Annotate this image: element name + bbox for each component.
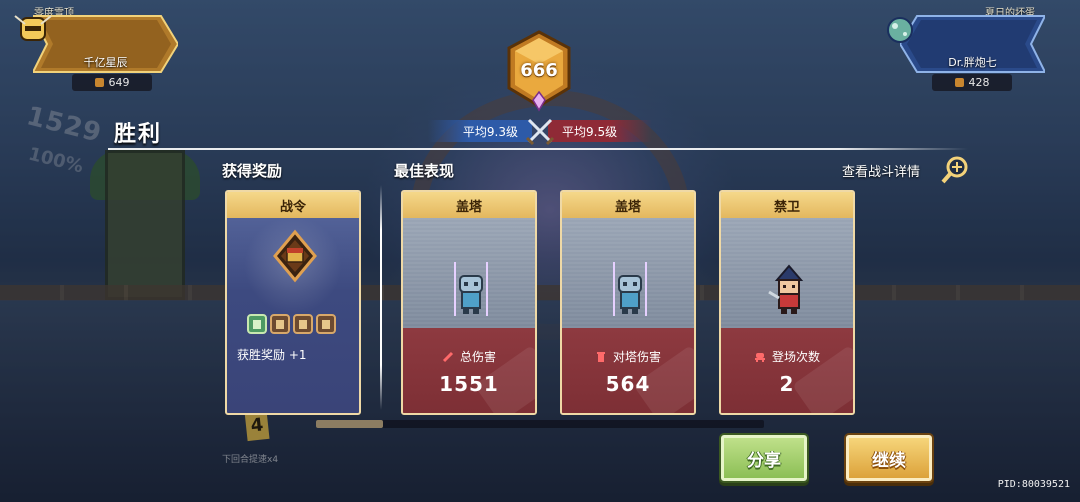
title-underline [108, 148, 968, 150]
right-team-player: Dr.胖炮七 [948, 56, 997, 69]
right-team-banner: Dr.胖炮七 [887, 14, 1045, 74]
crossed-swords-icon [525, 118, 555, 146]
perf-card-tower-damage[interactable]: 盖塔 对塔伤害 564 [560, 190, 696, 415]
cards-scroll-progress [316, 420, 764, 428]
best-performance-title: 最佳表现 [394, 162, 455, 180]
hero-gaita-icon [613, 262, 647, 316]
sword-icon [442, 351, 454, 362]
hero-gaita-icon [454, 262, 488, 316]
right-team-score-value: 428 [968, 76, 990, 89]
perf-card-stat-label: 对塔伤害 [612, 350, 661, 364]
continue-button[interactable]: 继续 [846, 435, 932, 481]
planet-emblem-icon [887, 17, 913, 43]
reward-slot-empty [270, 314, 290, 334]
trophy-bag-icon [954, 78, 964, 87]
perf-card-stat-label: 登场次数 [771, 350, 820, 364]
left-average-level-text: 平均9.3级 [462, 125, 518, 139]
knight-helmet-icon [14, 15, 52, 41]
perf-card-stat-label: 总伤害 [459, 350, 496, 364]
hero-guard-icon [768, 264, 804, 314]
perf-card-stat: 总伤害 [403, 348, 535, 365]
result-title: 胜利 [114, 122, 163, 147]
center-score: 666 [520, 60, 558, 81]
perf-card-stat-panel [403, 328, 535, 413]
left-team-score-value: 649 [108, 76, 130, 89]
deploy-icon [754, 352, 765, 362]
reward-slot-empty [293, 314, 313, 334]
reward-card-label: 获胜奖励 +1 [237, 348, 307, 362]
rewards-section-title: 获得奖励 [222, 162, 283, 180]
section-divider [380, 185, 382, 410]
tower-icon [596, 351, 605, 362]
perf-card-title: 盖塔 [562, 192, 694, 218]
perf-card-stat-value: 2 [779, 372, 795, 396]
right-average-level: 平均9.5级 [548, 120, 652, 142]
perf-card-title: 禁卫 [721, 192, 853, 218]
reward-slot-filled [247, 314, 267, 334]
magnifier-plus-icon[interactable] [940, 155, 970, 185]
player-id: PID:80039521 [997, 479, 1070, 490]
trophy-bag-icon [94, 78, 104, 87]
right-average-level-text: 平均9.5级 [562, 125, 618, 139]
cards-scroll-progress-fill [316, 420, 384, 428]
left-team-player: 千亿星辰 [83, 56, 128, 69]
battle-pass-chest-icon [273, 229, 317, 283]
perf-card-deploy-count[interactable]: 禁卫 登场次数 2 [719, 190, 855, 415]
left-average-level: 平均9.3级 [428, 120, 532, 142]
reward-slot-empty [316, 314, 336, 334]
perf-card-stat-panel [721, 328, 853, 413]
right-team-score: 428 [932, 74, 1012, 91]
left-team-score: 649 [72, 74, 152, 91]
center-score-emblem: 666 [503, 28, 575, 116]
share-button[interactable]: 分享 [721, 435, 807, 481]
reward-card-title: 战令 [227, 192, 359, 218]
reward-slots [247, 314, 336, 334]
perf-card-stat: 登场次数 [721, 348, 853, 365]
perf-card-stat-value: 1551 [439, 372, 499, 396]
battle-details-link[interactable]: 查看战斗详情 [842, 161, 920, 180]
perf-card-title: 盖塔 [403, 192, 535, 218]
reward-card-battle-pass[interactable]: 战令 获胜奖励 +1 [225, 190, 361, 415]
perf-card-total-damage[interactable]: 盖塔 总伤害 1551 [401, 190, 537, 415]
left-team-banner: 千亿星辰 [14, 14, 178, 74]
perf-card-stat-panel [562, 328, 694, 413]
perf-card-stat-value: 564 [605, 372, 651, 396]
perf-card-stat: 对塔伤害 [562, 348, 694, 365]
